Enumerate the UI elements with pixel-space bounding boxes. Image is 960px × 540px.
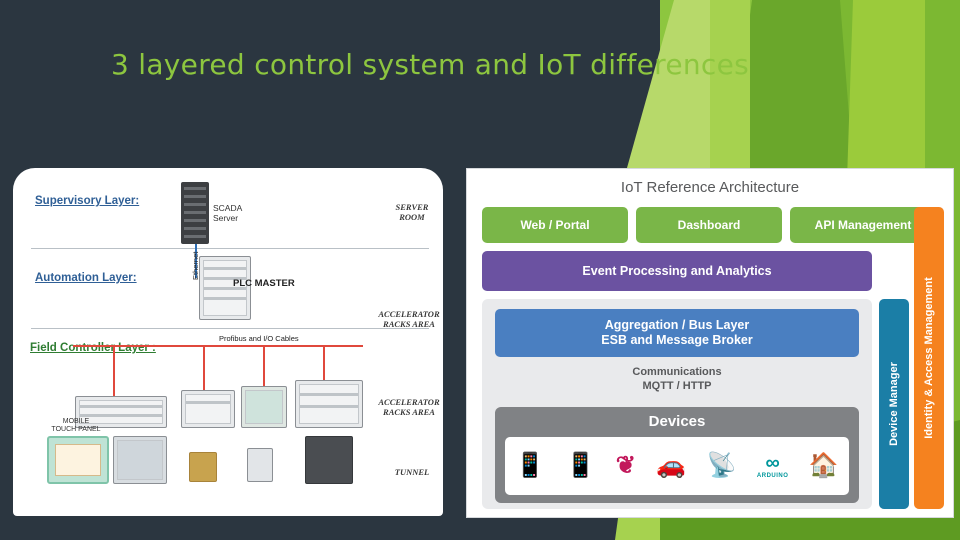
wireless-sensor-icon: 📡 xyxy=(706,452,737,479)
label-supervisory-layer: Supervisory Layer: xyxy=(35,195,140,207)
box-aggregation-bus-layer[interactable]: Aggregation / Bus Layer ESB and Message … xyxy=(495,309,859,357)
field-device-2 xyxy=(181,390,235,428)
smart-home-icon: 🏠 xyxy=(808,452,839,479)
label-mobile-touch-panel: MOBILE TOUCH PANEL xyxy=(51,418,101,434)
label-plc-master: PLC MASTER xyxy=(233,278,295,289)
profibus-bus-line xyxy=(73,345,363,347)
arduino-icon: ∞ ARDUINO xyxy=(756,452,789,479)
field-drop-1 xyxy=(113,347,115,403)
devices-label: Devices xyxy=(648,413,706,430)
field-device-7 xyxy=(247,448,273,482)
label-accelerator-racks-top: ACCELERATOR RACKS AREA xyxy=(378,309,440,329)
scada-server-rack xyxy=(181,182,209,244)
field-device-3 xyxy=(241,386,287,428)
label-tunnel: TUNNEL xyxy=(394,467,430,477)
right-figure-iot-architecture: IoT Reference Architecture Web / Portal … xyxy=(466,168,954,518)
aggregation-line-2: ESB and Message Broker xyxy=(601,333,753,347)
box-dashboard[interactable]: Dashboard xyxy=(636,207,782,243)
iot-architecture-title: IoT Reference Architecture xyxy=(620,179,800,196)
layer-divider-2 xyxy=(31,328,429,329)
communications-line-2: MQTT / HTTP xyxy=(642,380,712,393)
label-scada-server: SCADA Server xyxy=(213,203,243,223)
layer-divider-1 xyxy=(31,248,429,249)
left-figure-control-system: Supervisory Layer: Automation Layer: Fie… xyxy=(13,168,443,516)
field-device-6 xyxy=(189,452,217,482)
label-field-controller-layer: Field Controller Layer : xyxy=(30,342,156,354)
column-identity-access-management[interactable]: Identity & Access Management xyxy=(914,207,944,509)
field-device-4 xyxy=(295,380,363,428)
aggregation-line-1: Aggregation / Bus Layer xyxy=(604,318,750,332)
label-accelerator-racks-bottom: ACCELERATOR RACKS AREA xyxy=(378,397,440,417)
raspberry-pi-icon: ❦ xyxy=(615,452,636,479)
device-manager-label: Device Manager xyxy=(888,362,901,446)
arduino-label: ARDUINO xyxy=(756,473,789,479)
devices-band: Devices 📱 📱 ❦ 🚗 📡 ∞ ARDUINO 🏠 xyxy=(495,407,859,503)
column-device-manager[interactable]: Device Manager xyxy=(879,299,909,509)
device-icon-strip: 📱 📱 ❦ 🚗 📡 ∞ ARDUINO 🏠 xyxy=(505,437,849,495)
box-event-processing-analytics[interactable]: Event Processing and Analytics xyxy=(482,251,872,291)
field-drop-3 xyxy=(263,347,265,391)
label-automation-layer: Automation Layer: xyxy=(35,272,137,284)
car-icon: 🚗 xyxy=(656,452,687,479)
label-profibus: Profibus and I/O Cables xyxy=(219,334,299,343)
mobile-touch-panel-device xyxy=(47,436,109,484)
box-web-portal[interactable]: Web / Portal xyxy=(482,207,628,243)
communications-label: Communications MQTT / HTTP xyxy=(495,365,859,394)
field-device-8 xyxy=(305,436,353,484)
label-server-room: SERVER ROOM xyxy=(395,202,429,222)
identity-access-label: Identity & Access Management xyxy=(923,277,935,439)
communications-line-1: Communications xyxy=(632,366,722,378)
smartphone-icon: 📱 xyxy=(565,452,596,479)
field-device-5 xyxy=(113,436,167,484)
slide-title: 3 layered control system and IoT differe… xyxy=(110,48,750,81)
feature-phone-icon: 📱 xyxy=(515,452,546,479)
